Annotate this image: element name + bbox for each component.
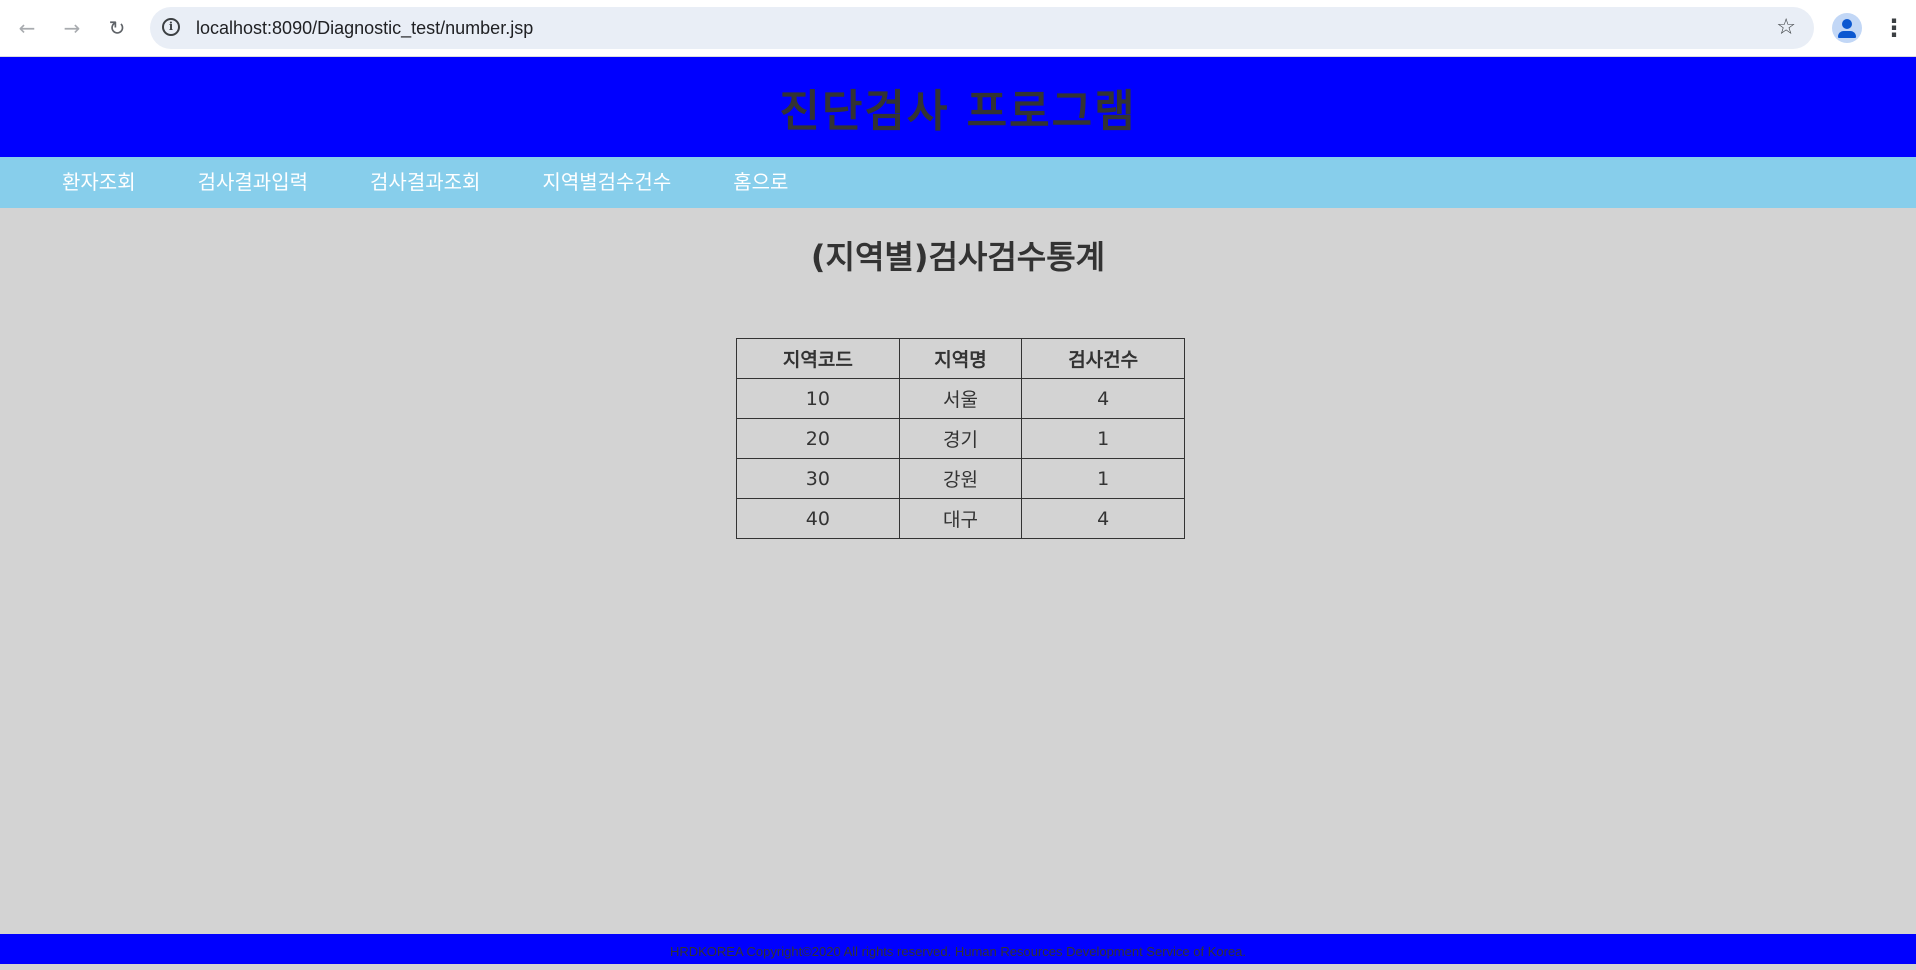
forward-arrow-icon[interactable]: → — [56, 12, 88, 44]
browser-toolbar: ← → ↻ i localhost:8090/Diagnostic_test/n… — [0, 0, 1916, 57]
page-header: 진단검사 프로그램 — [0, 57, 1916, 157]
cell-test-count: 4 — [1021, 498, 1185, 539]
nav-link-result-search[interactable]: 검사결과조회 — [339, 157, 511, 208]
cell-region-name: 강원 — [898, 458, 1023, 499]
column-header-test-count: 검사건수 — [1021, 338, 1185, 379]
cell-region-code: 30 — [736, 458, 900, 499]
table-row: 20 경기 1 — [736, 418, 1185, 459]
nav-link-result-input[interactable]: 검사결과입력 — [167, 157, 339, 208]
table-header-row: 지역코드 지역명 검사건수 — [736, 338, 1185, 379]
profile-avatar-body — [1838, 31, 1856, 38]
cell-region-name: 서울 — [898, 378, 1023, 419]
reload-icon[interactable]: ↻ — [101, 12, 133, 44]
address-bar[interactable]: i localhost:8090/Diagnostic_test/number.… — [150, 7, 1814, 49]
page-header-title: 진단검사 프로그램 — [779, 86, 1137, 137]
main-nav: 환자조회 검사결과입력 검사결과조회 지역별검수건수 홈으로 — [0, 157, 1916, 208]
site-info-icon[interactable]: i — [162, 18, 180, 36]
cell-region-code: 40 — [736, 498, 900, 539]
bookmark-star-icon[interactable]: ☆ — [1776, 15, 1796, 41]
profile-avatar-head — [1842, 19, 1852, 29]
cell-region-code: 20 — [736, 418, 900, 459]
page-title: (지역별)검사검수통계 — [810, 238, 1106, 276]
address-bar-url[interactable]: localhost:8090/Diagnostic_test/number.js… — [196, 7, 533, 49]
profile-avatar-icon[interactable] — [1832, 13, 1862, 43]
cell-region-name: 대구 — [898, 498, 1023, 539]
browser-menu-icon[interactable]: ⋮ — [1882, 12, 1906, 44]
cell-region-name: 경기 — [898, 418, 1023, 459]
column-header-region-code: 지역코드 — [736, 338, 900, 379]
table-row: 30 강원 1 — [736, 458, 1185, 499]
nav-link-patient-search[interactable]: 환자조회 — [0, 157, 167, 208]
cell-test-count: 1 — [1021, 458, 1185, 499]
regional-stats-table: 지역코드 지역명 검사건수 10 서울 4 20 경기 1 30 강원 1 40… — [736, 338, 1185, 539]
back-arrow-icon[interactable]: ← — [11, 12, 43, 44]
cell-test-count: 1 — [1021, 418, 1185, 459]
cell-region-code: 10 — [736, 378, 900, 419]
column-header-region-name: 지역명 — [898, 338, 1023, 379]
cell-test-count: 4 — [1021, 378, 1185, 419]
nav-link-home[interactable]: 홈으로 — [702, 157, 819, 208]
page-footer: HRDKOREA Copyright©2020 All rights reser… — [0, 934, 1916, 964]
table-row: 40 대구 4 — [736, 498, 1185, 539]
nav-link-regional-count[interactable]: 지역별검수건수 — [511, 157, 702, 208]
table-row: 10 서울 4 — [736, 378, 1185, 419]
